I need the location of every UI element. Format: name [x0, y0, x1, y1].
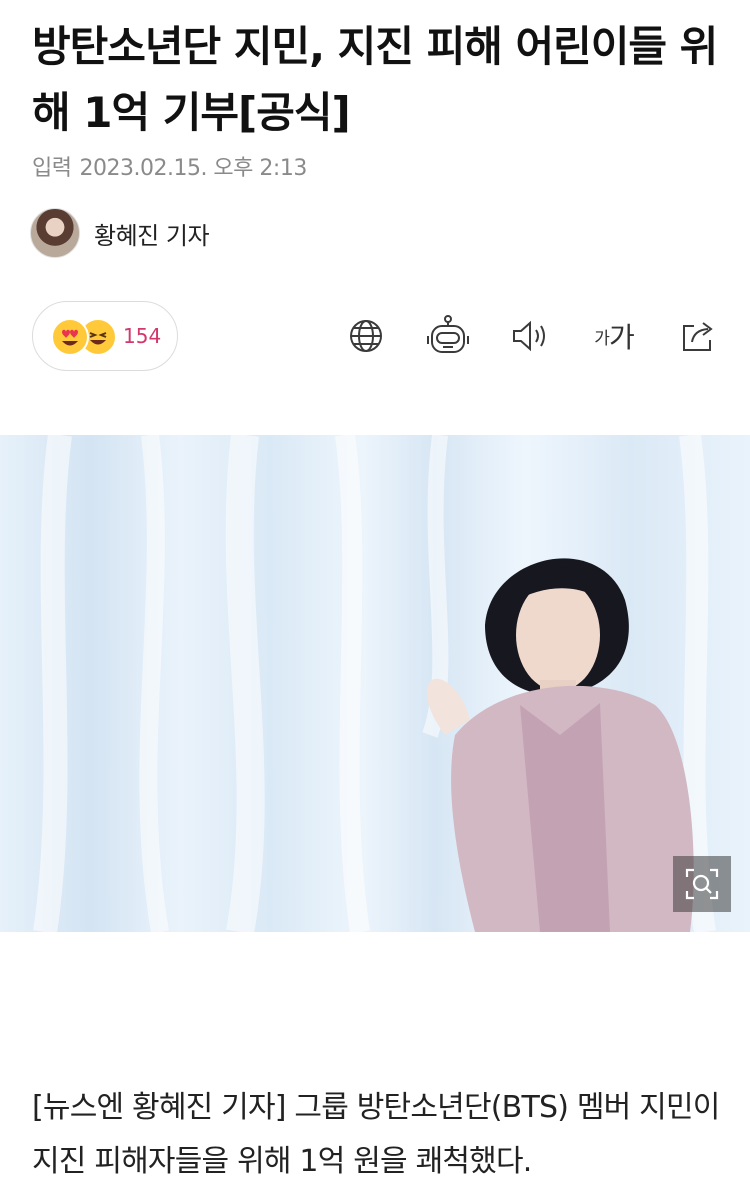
author-name[interactable]: 황혜진 기자 — [94, 216, 210, 251]
publish-date: 입력 2023.02.15. 오후 2:13 — [32, 154, 307, 184]
font-size-icon[interactable]: 가가 — [590, 310, 638, 362]
publish-date-value: 2023.02.15. 오후 2:13 — [79, 156, 307, 181]
font-size-large-glyph: 가 — [608, 321, 635, 354]
author-avatar[interactable] — [30, 208, 80, 258]
publish-date-label: 입력 — [32, 156, 72, 181]
reaction-emojis — [51, 316, 119, 356]
speaker-icon[interactable] — [506, 310, 554, 362]
article-headline: 방탄소년단 지민, 지진 피해 어린이들 위해 1억 기부[공식] — [32, 22, 718, 137]
article-body-text: [뉴스엔 황혜진 기자] 그룹 방탄소년단(BTS) 멤버 지민이 지진 피해자… — [32, 1090, 720, 1179]
photo-zoom-button[interactable] — [673, 856, 731, 912]
robot-icon[interactable] — [424, 310, 472, 362]
font-size-small-glyph: 가 — [594, 328, 610, 349]
share-icon[interactable] — [674, 310, 722, 362]
reaction-count: 154 — [123, 324, 162, 348]
zoom-icon — [685, 868, 719, 900]
author-byline[interactable]: 황혜진 기자 — [30, 208, 210, 258]
reaction-button[interactable]: 154 — [32, 301, 178, 371]
heart-eyes-emoji — [51, 318, 89, 356]
globe-icon[interactable] — [342, 310, 390, 362]
article-photo[interactable] — [0, 435, 750, 932]
